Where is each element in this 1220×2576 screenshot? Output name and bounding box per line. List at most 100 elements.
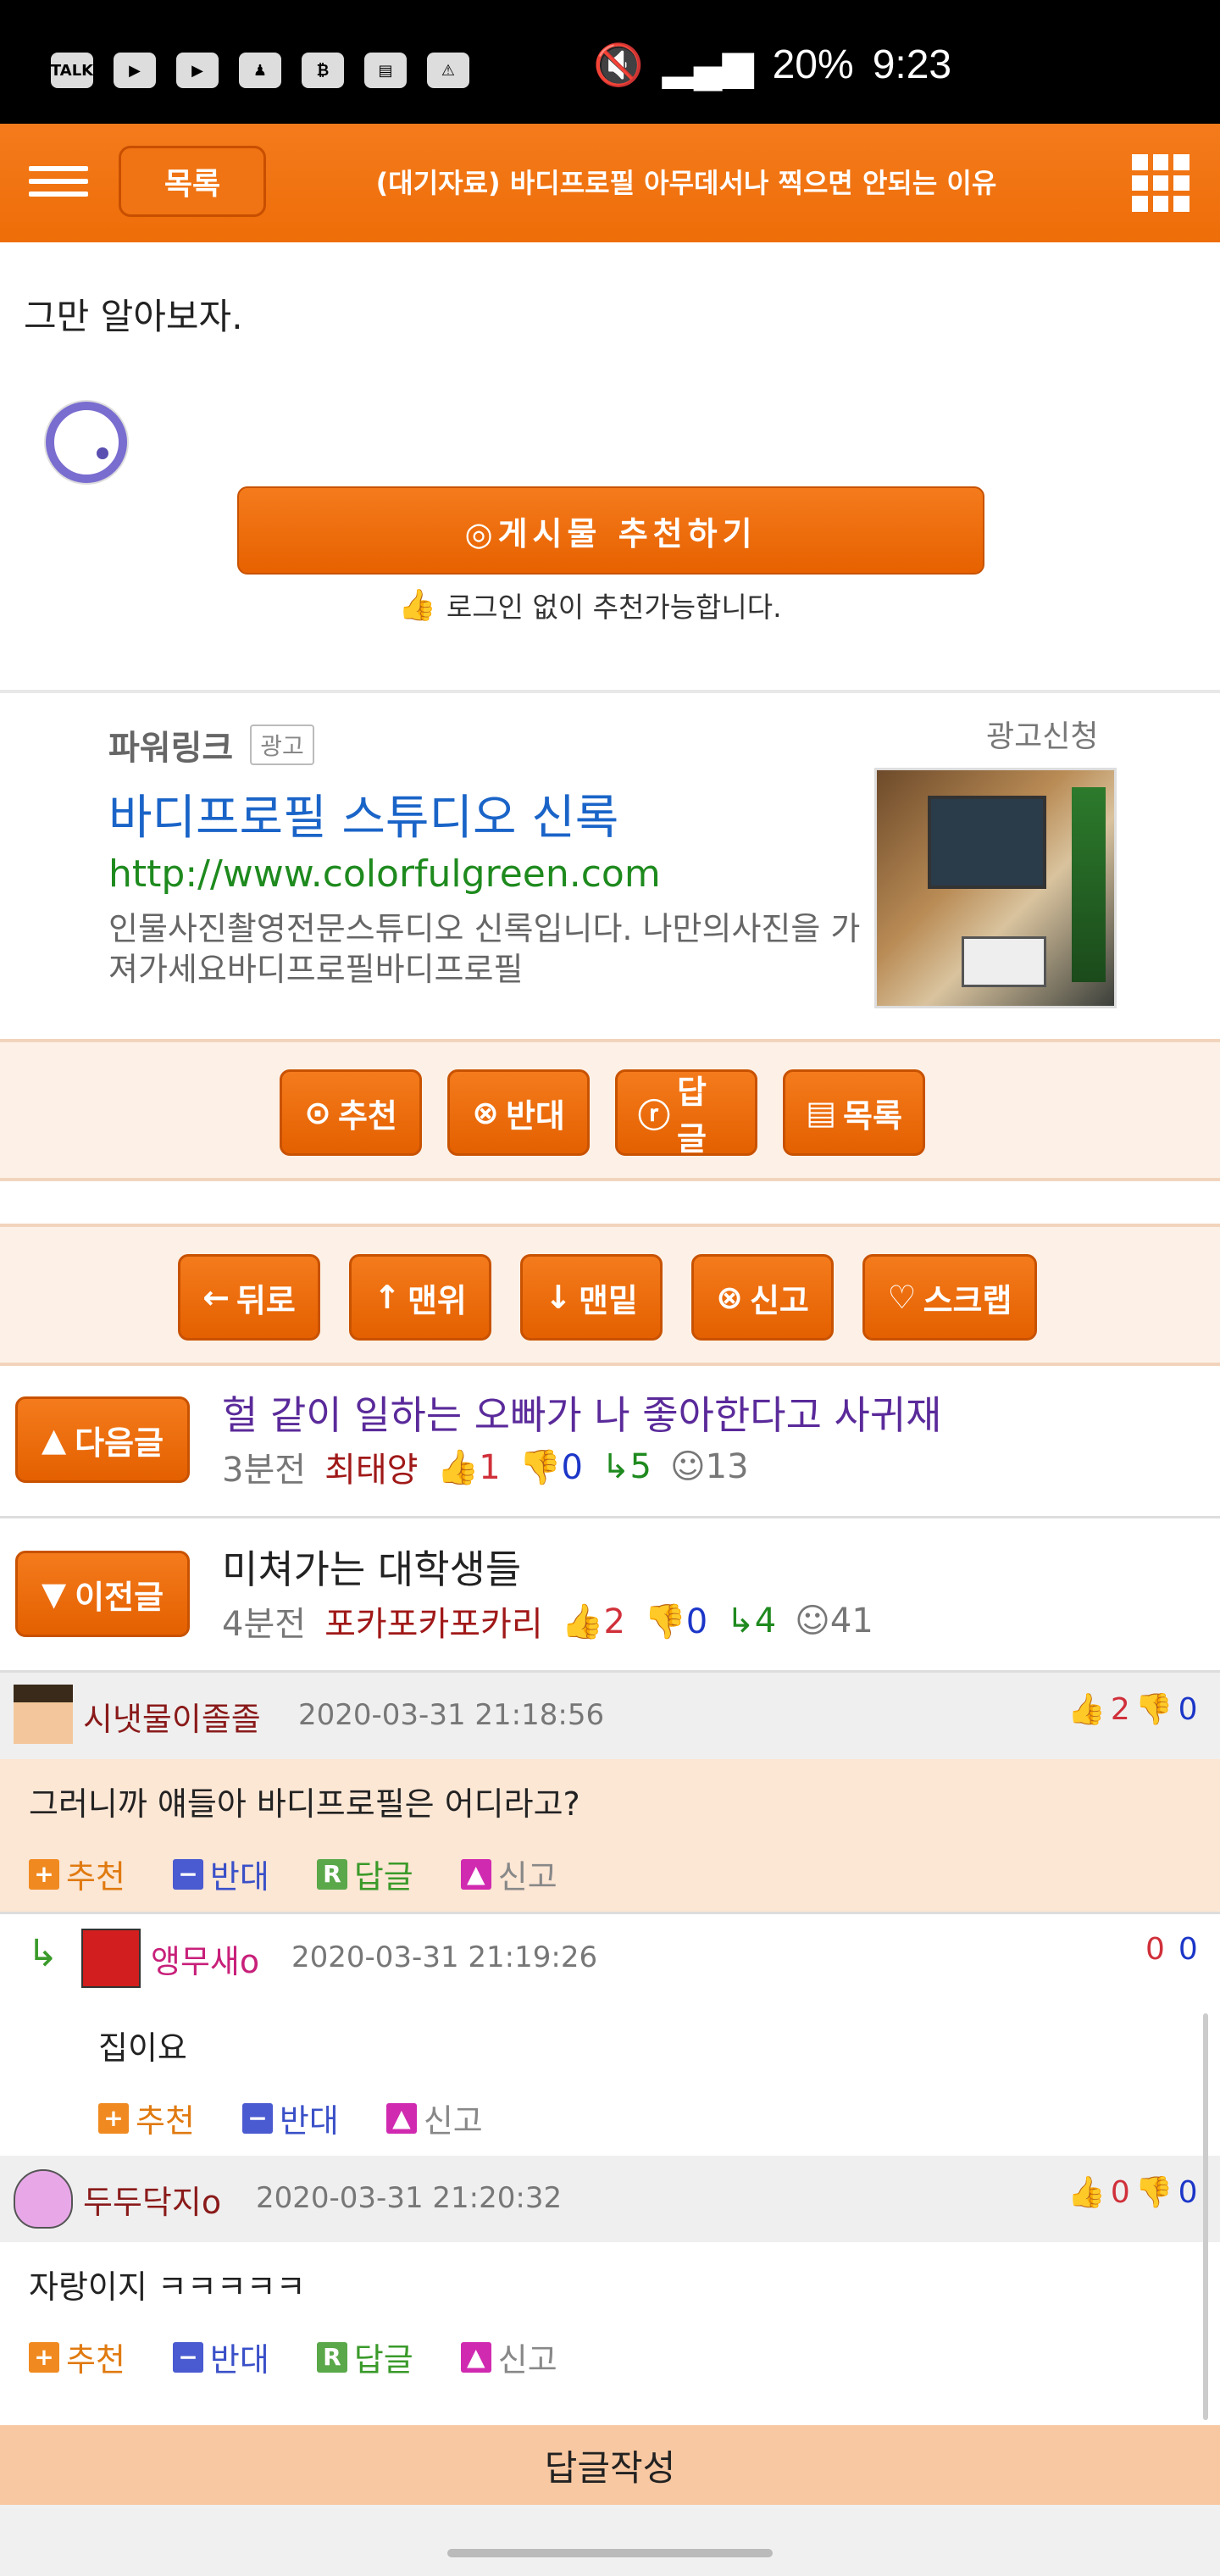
avatar[interactable] — [14, 1685, 73, 1744]
back-label: 뒤로 — [236, 1281, 296, 1319]
comment-author[interactable]: 앵무새o — [151, 1935, 259, 1982]
list-button[interactable]: 목록 — [119, 146, 266, 217]
thumbs-up-icon[interactable]: 👍 — [1068, 2174, 1106, 2210]
comment-reply[interactable]: R 답글 — [316, 2334, 413, 2380]
grid-menu-icon[interactable] — [1132, 154, 1190, 212]
ad-badge: 광고 — [250, 724, 314, 765]
down-value: 0 — [561, 1447, 583, 1487]
post-action-panel: ⊙ 추천 ⊗ 반대 ⓡ 답글 ▤ 목록 — [0, 1039, 1220, 1181]
comment-actions: + 추천 − 반대 R 답글 ▲ 신고 — [29, 1851, 557, 1897]
recommend-post-button[interactable]: ◎게시물 추천하기 — [237, 486, 984, 575]
reply-r-icon: R — [316, 2341, 347, 2373]
report-button[interactable]: ⊗ 신고 — [691, 1254, 834, 1341]
loading-icon — [46, 402, 127, 483]
thumbs-up-icon: 👍 — [398, 588, 436, 623]
comment-text: 자랑이지 ㅋㅋㅋㅋㅋ — [29, 2268, 306, 2306]
view-count: ☺13 — [670, 1447, 749, 1486]
clock: 9:23 — [872, 42, 952, 87]
comment-oppose[interactable]: − 반대 — [172, 1851, 269, 1897]
face-icon: ☺ — [669, 1447, 706, 1486]
face-icon: ☺ — [795, 1602, 830, 1641]
ad-request-link[interactable]: 광고신청 — [986, 712, 1098, 756]
plus-icon: + — [29, 2341, 59, 2373]
avatar[interactable] — [81, 1929, 141, 1988]
comment-report[interactable]: ▲ 신고 — [460, 1851, 557, 1897]
thumbs-up-icon: 👍 — [561, 1602, 604, 1641]
comment-report[interactable]: ▲ 신고 — [460, 2334, 557, 2380]
up-value: 2 — [603, 1602, 625, 1641]
avatar[interactable] — [14, 2169, 73, 2229]
down-value: 0 — [685, 1602, 708, 1641]
comment-report[interactable]: ▲ 신고 — [385, 2095, 483, 2141]
next-post-label: 다음글 — [75, 1424, 164, 1462]
ad-image[interactable] — [874, 768, 1117, 1008]
scrollbar[interactable] — [1203, 2013, 1208, 2420]
scrap-label: 스크랩 — [923, 1281, 1012, 1319]
view-count: ☺41 — [795, 1602, 873, 1641]
down-count: 👎0 — [519, 1447, 583, 1487]
recommend-button[interactable]: ⊙ 추천 — [280, 1069, 422, 1156]
prev-post[interactable]: ▼ 이전글 미쳐가는 대학생들 4분전 포카포카포카리 👍2 👎0 ↳4 ☺41 — [0, 1520, 1220, 1673]
action-label: 반대 — [209, 2341, 269, 2379]
ad-block[interactable]: 파워링크 광고 광고신청 바디프로필 스튜디오 신록 http://www.co… — [0, 695, 1220, 1039]
comment-up: 2 — [1110, 1691, 1130, 1727]
oppose-button[interactable]: ⊗ 반대 — [447, 1069, 590, 1156]
plus-icon: + — [98, 2102, 129, 2134]
comment-author[interactable]: 두두닥지o — [83, 2176, 221, 2223]
scrap-button[interactable]: ♡ 스크랩 — [862, 1254, 1037, 1341]
top-button[interactable]: ↑ 맨위 — [349, 1254, 491, 1341]
comment-recommend[interactable]: + 추천 — [29, 2334, 125, 2380]
back-button[interactable]: ← 뒤로 — [178, 1254, 320, 1341]
bottom-button[interactable]: ↓ 맨밑 — [520, 1254, 663, 1341]
comment-reply[interactable]: R 답글 — [316, 1851, 413, 1897]
comment-down: 0 — [1178, 2174, 1198, 2210]
home-indicator[interactable] — [447, 2549, 773, 2557]
minus-icon: − — [172, 1858, 203, 1890]
ad-url[interactable]: http://www.colorfulgreen.com — [108, 852, 661, 896]
list-bottom-button[interactable]: ▤ 목록 — [783, 1069, 925, 1156]
comment-header: 시냇물이졸졸 2020-03-31 21:18:56 👍 2 👎 0 — [0, 1673, 1220, 1759]
warning-icon: ⚠ — [427, 53, 469, 88]
recommend-note: 👍 로그인 없이 추천가능합니다. — [398, 585, 782, 625]
reply-label: 답글 — [677, 1074, 707, 1158]
comment-recommend[interactable]: + 추천 — [29, 1851, 125, 1897]
menu-icon[interactable] — [29, 166, 88, 200]
comment-oppose[interactable]: − 반대 — [241, 2095, 339, 2141]
up-value: 1 — [479, 1447, 501, 1487]
reply-arrow-icon: ↳ — [27, 1932, 58, 1975]
comment-recommend[interactable]: + 추천 — [98, 2095, 195, 2141]
view-value: 41 — [829, 1602, 873, 1641]
next-post-title[interactable]: 헐 같이 일하는 오빠가 나 좋아한다고 사귀재 — [222, 1385, 942, 1441]
write-reply-button[interactable]: 답글작성 — [0, 2425, 1220, 2505]
oppose-label: 반대 — [505, 1096, 565, 1135]
recommend-label: 추천 — [337, 1096, 397, 1135]
nav-action-panel: ← 뒤로 ↑ 맨위 ↓ 맨밑 ⊗ 신고 ♡ 스크랩 — [0, 1224, 1220, 1366]
siren-icon: ▲ — [460, 1858, 491, 1890]
thumbs-down-icon[interactable]: 👎 — [1135, 2174, 1173, 2210]
prev-post-button[interactable]: ▼ 이전글 — [15, 1551, 190, 1637]
comment-oppose[interactable]: − 반대 — [172, 2334, 269, 2380]
mute-icon: 🔇 — [593, 43, 644, 88]
thumbs-down-icon[interactable]: 👎 — [1135, 1691, 1173, 1727]
next-post-button[interactable]: ▲ 다음글 — [15, 1396, 190, 1483]
top-label: 맨위 — [407, 1281, 467, 1319]
battery-text: 20% — [772, 42, 854, 87]
comment-up: 0 — [1110, 2174, 1130, 2210]
comment-date: 2020-03-31 21:20:32 — [256, 2181, 563, 2215]
next-post-meta: 3분전 최태양 👍1 👎0 ↳5 ☺13 — [222, 1442, 749, 1491]
app-icon: ▤ — [364, 53, 407, 88]
comment-author[interactable]: 시냇물이졸졸 — [83, 1693, 261, 1740]
action-label: 추천 — [66, 2341, 125, 2379]
youtube-icon: ▶ — [114, 53, 156, 88]
action-label: 답글 — [353, 1858, 413, 1896]
prev-post-title[interactable]: 미쳐가는 대학생들 — [222, 1539, 521, 1595]
next-post[interactable]: ▲ 다음글 헐 같이 일하는 오빠가 나 좋아한다고 사귀재 3분전 최태양 👍1… — [0, 1366, 1220, 1518]
bottom-label: 맨밑 — [578, 1281, 638, 1319]
post-author: 최태양 — [324, 1451, 419, 1490]
reply-button[interactable]: ⓡ 답글 — [615, 1069, 757, 1158]
post-time: 4분전 — [222, 1605, 307, 1644]
ad-title[interactable]: 바디프로필 스튜디오 신록 — [108, 780, 618, 848]
thumbs-up-icon[interactable]: 👍 — [1068, 1691, 1106, 1727]
action-label: 추천 — [136, 2102, 195, 2140]
up-count: 👍2 — [562, 1602, 625, 1641]
